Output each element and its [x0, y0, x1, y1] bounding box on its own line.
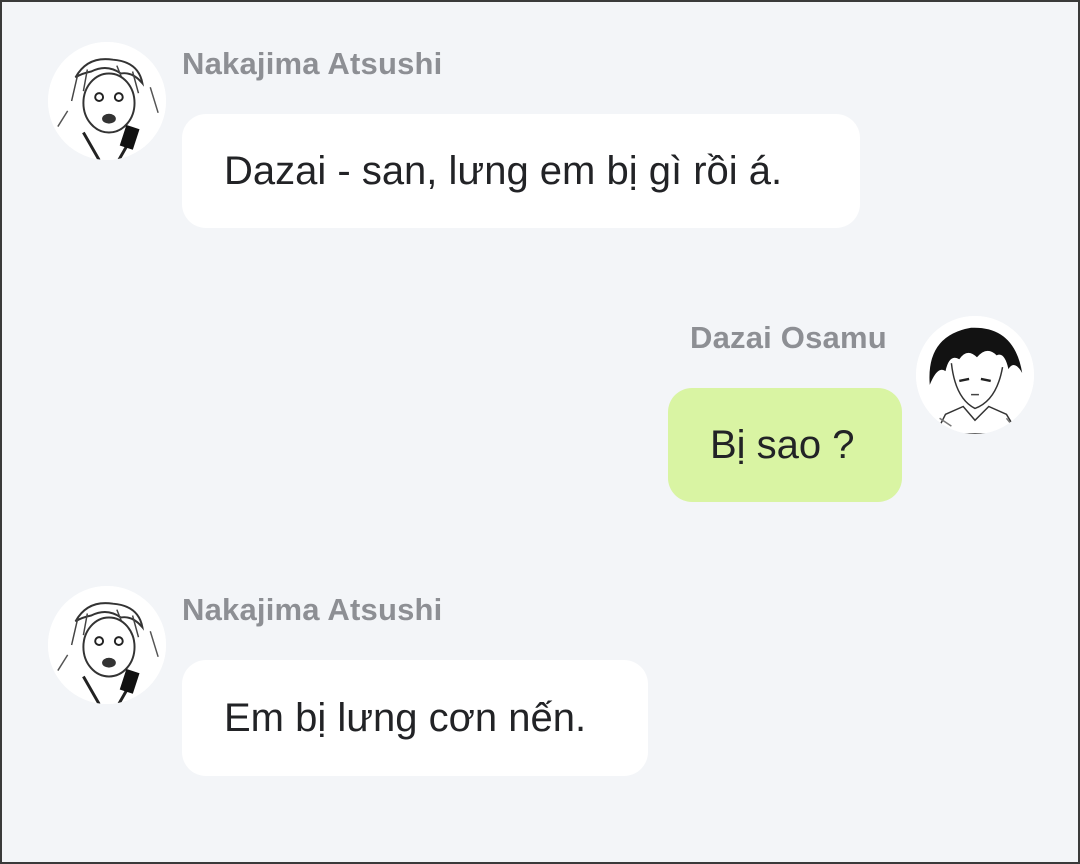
chat-thread: Nakajima Atsushi Dazai - san, lưng em bị… [2, 2, 1078, 862]
sender-name: Dazai Osamu [690, 320, 887, 355]
atsushi-avatar-icon[interactable] [48, 586, 166, 704]
sender-name: Nakajima Atsushi [182, 46, 443, 81]
message-bubble[interactable]: Bị sao ? [668, 388, 902, 502]
message-text: Bị sao ? [710, 422, 855, 467]
message-bubble[interactable]: Dazai - san, lưng em bị gì rồi á. [182, 114, 860, 228]
atsushi-avatar-icon[interactable] [48, 42, 166, 160]
message-bubble[interactable]: Em bị lưng cơn nến. [182, 660, 648, 776]
dazai-avatar-icon[interactable] [916, 316, 1034, 434]
sender-name: Nakajima Atsushi [182, 592, 443, 627]
message-text: Dazai - san, lưng em bị gì rồi á. [224, 148, 783, 193]
message-text: Em bị lưng cơn nến. [224, 695, 587, 740]
